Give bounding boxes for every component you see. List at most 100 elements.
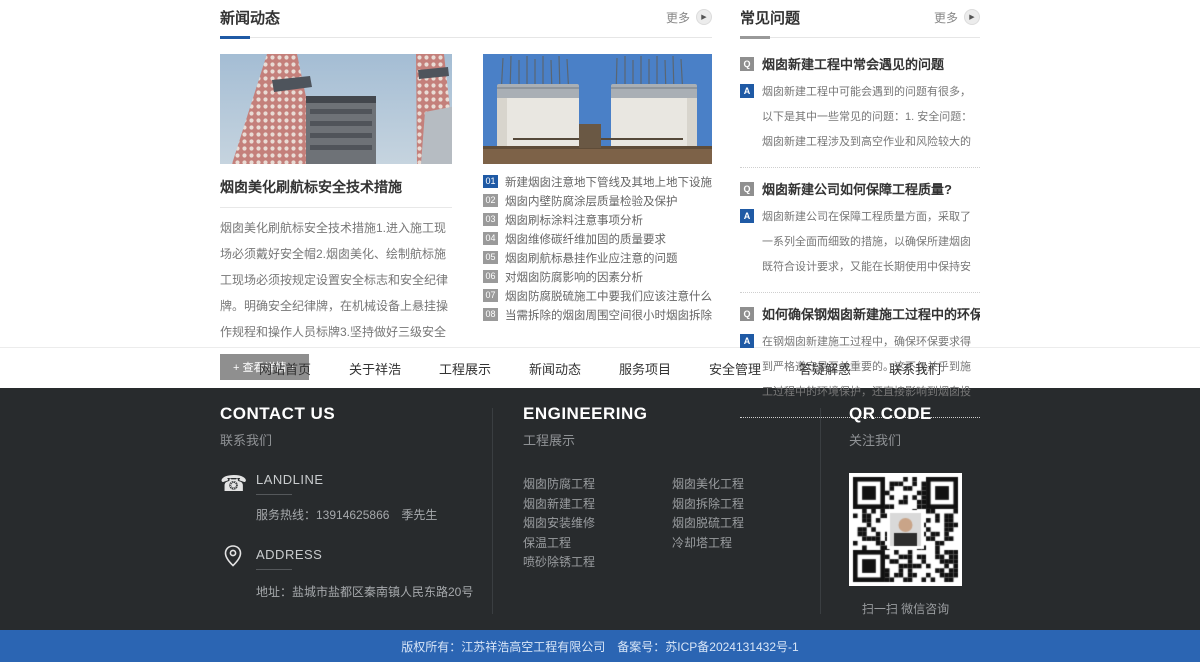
- faq-item: Q 烟囱新建工程中常会遇见的问题 A 烟囱新建工程中可能会遇到的问题有很多，以下…: [740, 54, 980, 168]
- news-item-title: 烟囱刷标涂料注意事项分析: [505, 212, 643, 228]
- footer-link-desulfurization[interactable]: 烟囱脱硫工程: [672, 514, 821, 534]
- landline-label: LANDLINE: [256, 472, 324, 487]
- featured-article-title[interactable]: 烟囱美化刷航标安全技术措施: [220, 177, 452, 197]
- news-item-number: 06: [483, 270, 498, 283]
- news-item-title: 新建烟囱注意地下管线及其地上地下设施的加固措施: [505, 174, 712, 190]
- news-item[interactable]: 03 烟囱刷标涂料注意事项分析: [483, 210, 712, 229]
- featured-divider: [220, 207, 452, 208]
- address-label: ADDRESS: [256, 547, 322, 562]
- nav-item-news[interactable]: 新闻动态: [529, 359, 581, 378]
- question-icon: Q: [740, 57, 754, 71]
- featured-article: 烟囱美化刷航标安全技术措施 烟囱美化刷航标安全技术措施1.进入施工现场必须戴好安…: [220, 54, 452, 380]
- news-item-number: 08: [483, 308, 498, 321]
- footer-contact-column: CONTACT US 联系我们 ☎ LANDLINE 服务热线：13914625…: [220, 404, 492, 630]
- footer-link-beautification[interactable]: 烟囱美化工程: [672, 475, 821, 495]
- page: 新闻动态 更多 ▶: [0, 0, 1200, 662]
- news-item[interactable]: 02 烟囱内壁防腐涂层质量检验及保护: [483, 191, 712, 210]
- faq-answer-text: 在钢烟囱新建施工过程中，确保环保要求得到严格遵守是至关重要的。这不仅关乎到施工过…: [762, 330, 980, 405]
- answer-icon: A: [740, 209, 754, 223]
- footer-link-install-repair[interactable]: 烟囱安装维修: [523, 514, 672, 534]
- news-item[interactable]: 05 烟囱刷航标悬挂作业应注意的问题: [483, 248, 712, 267]
- faq-answer: A 在钢烟囱新建施工过程中，确保环保要求得到严格遵守是至关重要的。这不仅关乎到施…: [740, 330, 980, 405]
- news-item-title: 烟囱维修碳纤维加固的质量要求: [505, 231, 666, 247]
- news-items-list: 01新建烟囱注意地下管线及其地上地下设施的加固措施 02 烟囱内壁防腐涂层质量检验…: [483, 172, 712, 324]
- footer-link-insulation[interactable]: 保温工程: [523, 534, 672, 554]
- news-item[interactable]: 07 烟囱防腐脱硫施工中要我们应该注意什么: [483, 286, 712, 305]
- news-list-column: 01新建烟囱注意地下管线及其地上地下设施的加固措施 02 烟囱内壁防腐涂层质量检验…: [483, 54, 712, 380]
- news-section-underline: [220, 36, 712, 39]
- faq-question-text: 烟囱新建工程中常会遇见的问题: [762, 54, 944, 73]
- news-item-number: 03: [483, 213, 498, 226]
- faq-section-underline: [740, 36, 980, 39]
- footer-link-new-build[interactable]: 烟囱新建工程: [523, 495, 672, 515]
- qr-code-image: [849, 473, 962, 586]
- news-item-title: 烟囱防腐脱硫施工中要我们应该注意什么: [505, 288, 712, 304]
- news-more-label: 更多: [666, 9, 690, 26]
- nav-item-services[interactable]: 服务项目: [619, 359, 671, 378]
- featured-article-image[interactable]: [220, 54, 452, 164]
- footer-link-demolition[interactable]: 烟囱拆除工程: [672, 495, 821, 515]
- address-text: 地址：盐城市盐都区秦南镇人民东路20号: [256, 583, 492, 600]
- decorated-chimneys-illustration: [220, 54, 452, 164]
- news-item[interactable]: 01新建烟囱注意地下管线及其地上地下设施的加固措施: [483, 172, 712, 191]
- news-list-image[interactable]: [483, 54, 712, 164]
- footer-link-cooling-tower[interactable]: 冷却塔工程: [672, 534, 821, 554]
- nav-item-about[interactable]: 关于祥浩: [349, 359, 401, 378]
- copyright-text: 版权所有：江苏祥浩高空工程有限公司 备案号：苏ICP备2024131432号-1: [401, 638, 798, 655]
- phone-number-text: 服务热线：13914625866 季先生: [256, 506, 492, 523]
- footer-link-anticorrosion[interactable]: 烟囱防腐工程: [523, 475, 672, 495]
- answer-icon: A: [740, 334, 754, 348]
- location-pin-icon: [220, 544, 246, 572]
- news-section-title: 新闻动态: [220, 7, 280, 28]
- nav-item-contact[interactable]: 联系我们: [889, 359, 941, 378]
- news-item-title: 对烟囱防腐影响的因素分析: [505, 269, 643, 285]
- nav-item-projects[interactable]: 工程展示: [439, 359, 491, 378]
- question-icon: Q: [740, 182, 754, 196]
- faq-question-text: 如何确保钢烟囱新建施工过程中的环保要求?: [762, 304, 980, 323]
- news-item-number: 05: [483, 251, 498, 264]
- engineering-subheading: 工程展示: [523, 430, 820, 449]
- engineering-links: 烟囱防腐工程 烟囱新建工程 烟囱安装维修 保温工程 喷砂除锈工程 烟囱美化工程 …: [523, 475, 820, 573]
- nav-item-home[interactable]: 网站首页: [259, 359, 311, 378]
- footer-engineering-column: ENGINEERING 工程展示 烟囱防腐工程 烟囱新建工程 烟囱安装维修 保温…: [493, 404, 820, 630]
- news-more-link[interactable]: 更多 ▶: [666, 9, 712, 26]
- faq-question[interactable]: Q 如何确保钢烟囱新建施工过程中的环保要求?: [740, 304, 980, 323]
- news-item-number: 02: [483, 194, 498, 207]
- footer: CONTACT US 联系我们 ☎ LANDLINE 服务热线：13914625…: [0, 388, 1200, 630]
- faq-question[interactable]: Q 烟囱新建公司如何保障工程质量?: [740, 179, 980, 198]
- news-item[interactable]: 06 对烟囱防腐影响的因素分析: [483, 267, 712, 286]
- news-item-title: 烟囱刷航标悬挂作业应注意的问题: [505, 250, 678, 266]
- footer-qr-column: QR CODE 关注我们 扫一扫 微信咨询: [821, 404, 980, 630]
- news-section: 新闻动态 更多 ▶: [220, 5, 712, 347]
- landline-underline: [256, 494, 292, 495]
- faq-answer-text: 烟囱新建工程中可能会遇到的问题有很多，以下是其中一些常见的问题：1. 安全问题：…: [762, 80, 980, 155]
- news-item-title: 当需拆除的烟囱周围空间很小时烟囱拆除施工该如...: [505, 307, 712, 323]
- nav-item-safety[interactable]: 安全管理: [709, 359, 761, 378]
- footer-link-sandblasting[interactable]: 喷砂除锈工程: [523, 553, 672, 573]
- faq-item: Q 烟囱新建公司如何保障工程质量? A 烟囱新建公司在保障工程质量方面，采取了一…: [740, 179, 980, 293]
- news-item-number: 04: [483, 232, 498, 245]
- landline-block: ☎ LANDLINE 服务热线：13914625866 季先生: [220, 472, 492, 523]
- address-underline: [256, 569, 292, 570]
- faq-question[interactable]: Q 烟囱新建工程中常会遇见的问题: [740, 54, 980, 73]
- faq-more-link[interactable]: 更多 ▶: [934, 9, 980, 26]
- news-item[interactable]: 04 烟囱维修碳纤维加固的质量要求: [483, 229, 712, 248]
- answer-icon: A: [740, 84, 754, 98]
- faq-answer: A 烟囱新建工程中可能会遇到的问题有很多，以下是其中一些常见的问题：1. 安全问…: [740, 80, 980, 155]
- arrow-right-icon: ▶: [696, 9, 712, 25]
- news-item[interactable]: 08 当需拆除的烟囱周围空间很小时烟囱拆除施工该如...: [483, 305, 712, 324]
- news-item-title: 烟囱内壁防腐涂层质量检验及保护: [505, 193, 678, 209]
- contact-subheading: 联系我们: [220, 430, 492, 449]
- faq-answer: A 烟囱新建公司在保障工程质量方面，采取了一系列全面而细致的措施，以确保所建烟囱…: [740, 205, 980, 280]
- question-icon: Q: [740, 307, 754, 321]
- copyright-bar: 版权所有：江苏祥浩高空工程有限公司 备案号：苏ICP备2024131432号-1: [0, 630, 1200, 662]
- featured-article-excerpt: 烟囱美化刷航标安全技术措施1.进入施工现场必须戴好安全帽2.烟囱美化、绘制航标施…: [220, 215, 452, 346]
- faq-item: Q 如何确保钢烟囱新建施工过程中的环保要求? A 在钢烟囱新建施工过程中，确保环…: [740, 304, 980, 418]
- nav-item-faq[interactable]: 答疑解惑: [799, 359, 851, 378]
- engineering-heading: ENGINEERING: [523, 404, 820, 424]
- news-item-number: 07: [483, 289, 498, 302]
- qr-caption: 扫一扫 微信咨询: [849, 600, 962, 617]
- qr-heading: QR CODE: [849, 404, 980, 424]
- address-block: ADDRESS 地址：盐城市盐都区秦南镇人民东路20号: [220, 544, 492, 600]
- faq-section: 常见问题 更多 ▶ Q 烟囱新建工程中常会遇见的问题 A 烟囱新建工程中可能会遇…: [740, 5, 980, 347]
